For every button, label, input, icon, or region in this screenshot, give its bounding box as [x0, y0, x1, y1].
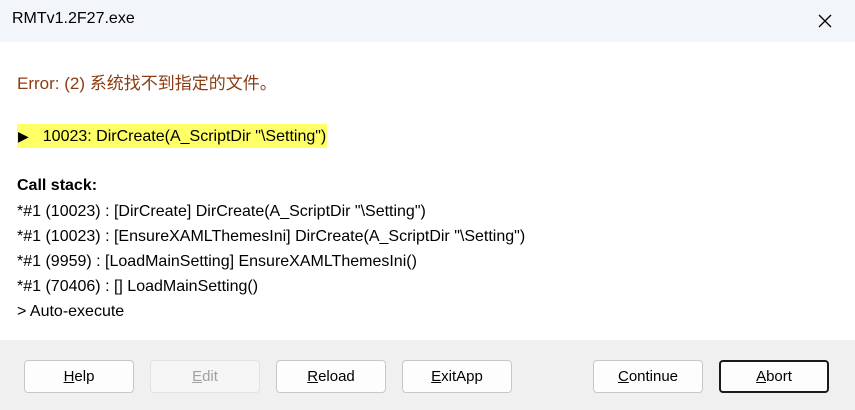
call-stack-entry: *#1 (9959) : [LoadMainSetting] EnsureXAM… [17, 253, 417, 270]
error-source-text: 10023: DirCreate(A_ScriptDir "\Setting") [42, 128, 327, 145]
abort-mnemonic: A [756, 368, 767, 385]
exitapp-label: xitApp [441, 368, 483, 385]
reload-button[interactable]: Reload [276, 360, 386, 393]
help-mnemonic: H [63, 368, 75, 385]
continue-mnemonic: C [617, 368, 629, 385]
call-stack-entry: > Auto-execute [17, 303, 125, 320]
reload-mnemonic: R [307, 368, 319, 385]
call-stack-entry: *#1 (70406) : [] LoadMainSetting() [17, 278, 259, 295]
title-bar: RMTv1.2F27.exe [0, 0, 855, 42]
close-button[interactable] [795, 0, 855, 42]
edit-label: dit [202, 368, 218, 385]
continue-label: ontinue [628, 368, 679, 385]
reload-label: eload [318, 368, 355, 385]
exitapp-mnemonic: E [431, 368, 442, 385]
continue-button[interactable]: Continue [593, 360, 703, 393]
error-dialog: RMTv1.2F27.exe Error: (2) 系统找不到指定的文件。 ▶ 1… [0, 0, 855, 410]
error-source-line: ▶ 10023: DirCreate(A_ScriptDir "\Setting"… [17, 124, 328, 148]
dialog-content: Error: (2) 系统找不到指定的文件。 ▶ 10023: DirCreate… [0, 42, 855, 340]
abort-button[interactable]: Abort [719, 360, 829, 393]
button-bar: Help Edit Reload ExitApp Continue Abort [0, 340, 855, 410]
help-label: elp [74, 368, 95, 385]
abort-label: bort [766, 368, 792, 385]
close-icon [818, 14, 832, 28]
window-title: RMTv1.2F27.exe [12, 10, 135, 27]
arrow-icon: ▶ [18, 128, 29, 144]
exitapp-button[interactable]: ExitApp [402, 360, 512, 393]
call-stack-title: Call stack: [17, 177, 98, 194]
call-stack-entry: *#1 (10023) : [EnsureXAMLThemesIni] DirC… [17, 228, 526, 245]
help-button[interactable]: Help [24, 360, 134, 393]
edit-button[interactable]: Edit [150, 360, 260, 393]
error-message: Error: (2) 系统找不到指定的文件。 [17, 74, 277, 93]
edit-mnemonic: E [192, 368, 203, 385]
call-stack-entry: *#1 (10023) : [DirCreate] DirCreate(A_Sc… [17, 203, 426, 220]
